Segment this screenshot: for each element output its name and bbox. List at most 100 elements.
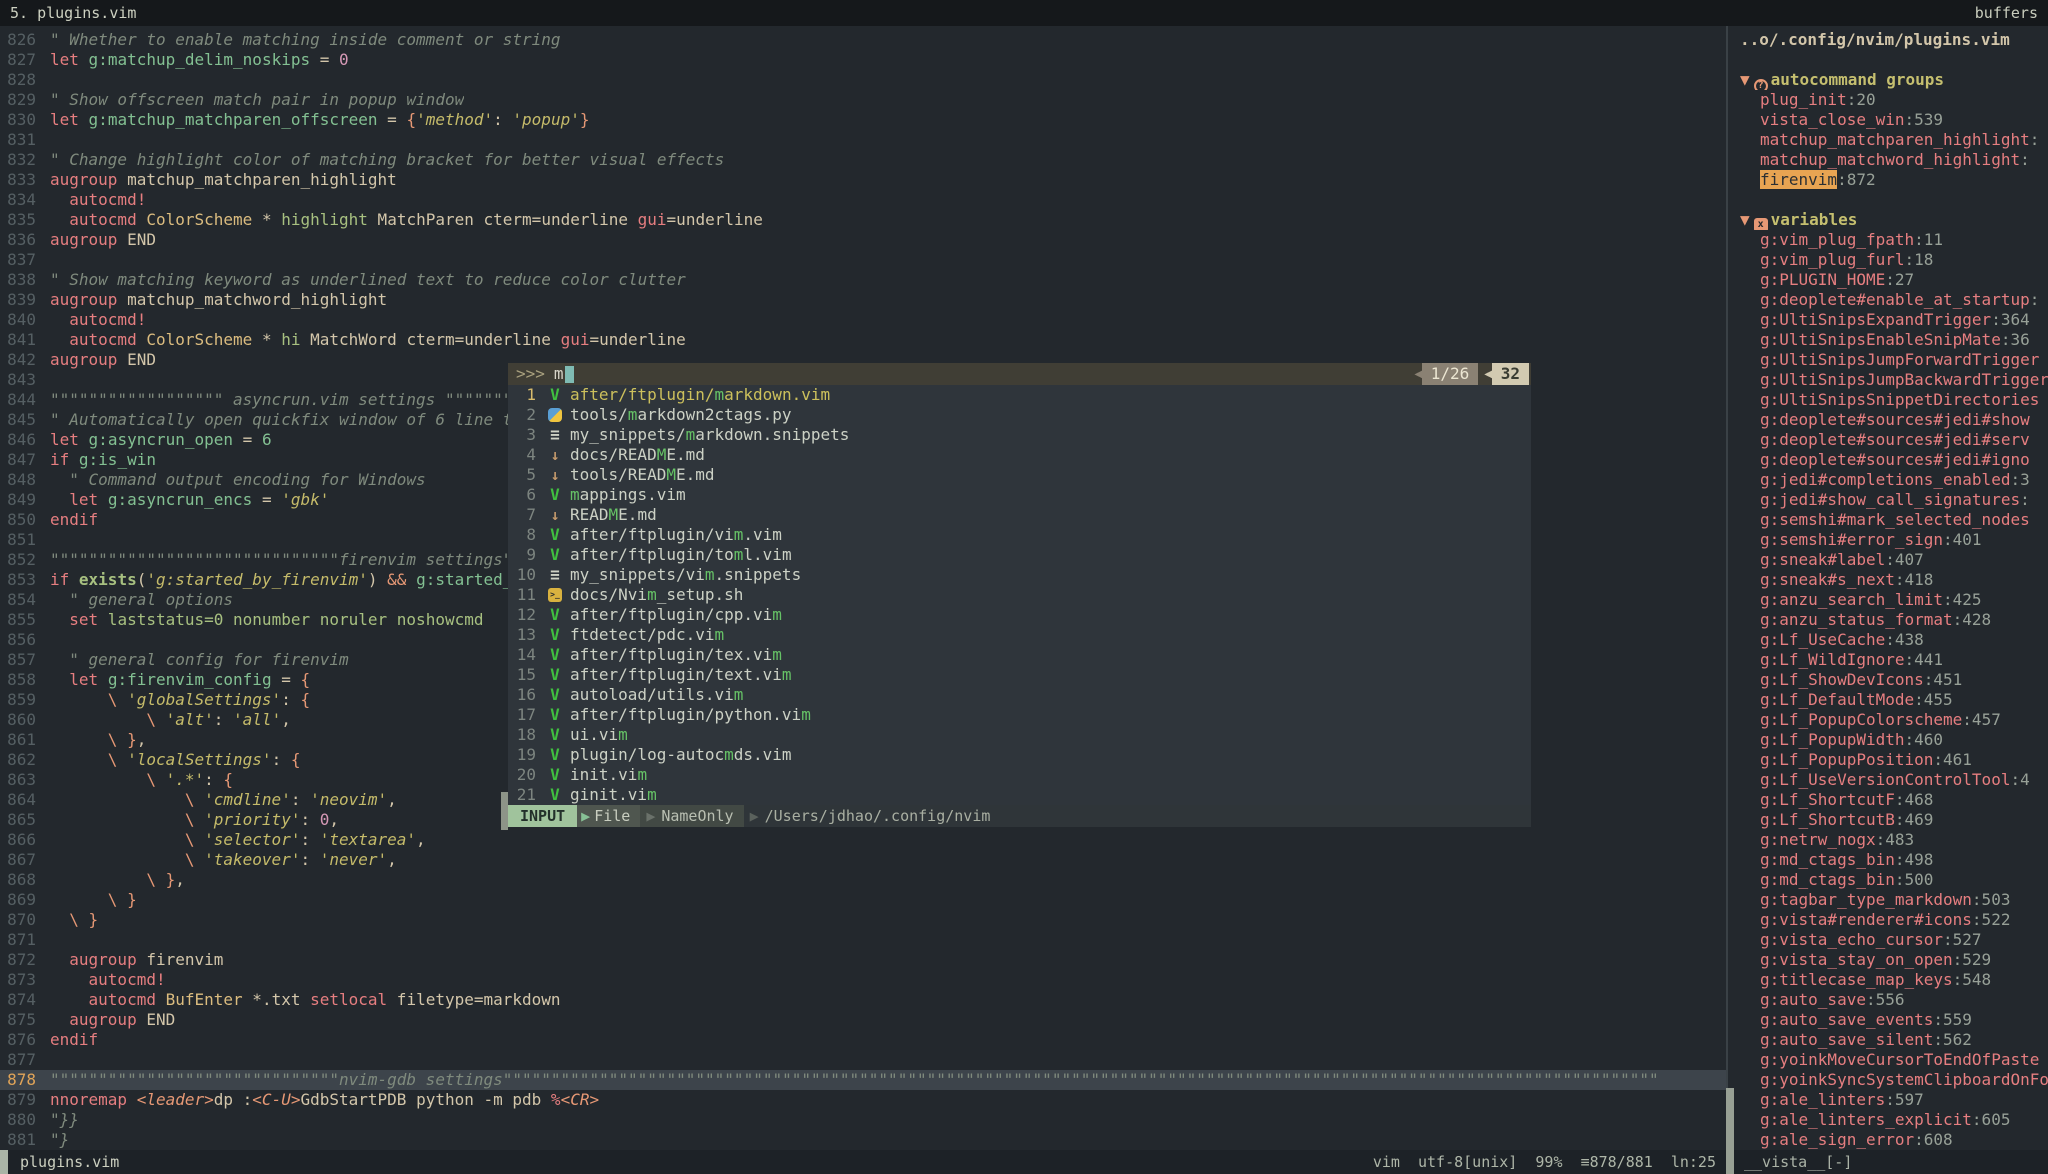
vista-tag[interactable]: g:deoplete#sources#jedi#serv (1740, 430, 2048, 450)
vista-tag[interactable]: g:md_ctags_bin:498 (1740, 850, 2048, 870)
code-line[interactable]: 838" Show matching keyword as underlined… (0, 270, 1726, 290)
file-result-row[interactable]: 5↓tools/README.md (508, 465, 1531, 485)
code-line[interactable]: 829" Show offscreen match pair in popup … (0, 90, 1726, 110)
vista-tag[interactable]: g:yoinkSyncSystemClipboardOnFocus (1740, 1070, 2048, 1090)
vista-tag[interactable]: g:tagbar_type_markdown:503 (1740, 890, 2048, 910)
vista-tag[interactable]: g:anzu_status_format:428 (1740, 610, 2048, 630)
code-line[interactable]: 872 augroup firenvim (0, 950, 1726, 970)
vista-tag[interactable]: g:ale_sign_error:608 (1740, 1130, 2048, 1150)
file-result-row[interactable]: 16Vautoload/utils.vim (508, 685, 1531, 705)
vista-tag[interactable]: g:jedi#show_call_signatures: (1740, 490, 2048, 510)
vista-group-variables[interactable]: ▼xvariables (1740, 210, 2048, 230)
file-result-row[interactable]: 11>_docs/Nvim_setup.sh (508, 585, 1531, 605)
file-result-row[interactable]: 10≡my_snippets/vim.snippets (508, 565, 1531, 585)
code-line[interactable]: 834 autocmd! (0, 190, 1726, 210)
code-line[interactable]: 879nnoremap <leader>dp :<C-U>GdbStartPDB… (0, 1090, 1726, 1110)
code-line[interactable]: 881"} (0, 1130, 1726, 1150)
vista-tag[interactable]: g:vista_stay_on_open:529 (1740, 950, 2048, 970)
code-line[interactable]: 878""""""""""""""""""""""""""""""nvim-gd… (0, 1070, 1726, 1090)
vista-tag[interactable]: matchup_matchword_highlight: (1740, 150, 2048, 170)
vista-tag[interactable]: g:ale_linters_explicit:605 (1740, 1110, 2048, 1130)
vista-tag[interactable]: firenvim:872 (1740, 170, 2048, 190)
file-result-row[interactable]: 8Vafter/ftplugin/vim.vim (508, 525, 1531, 545)
leaderf-prompt[interactable]: >>> m ◀ 1/26 ◀ 32 (508, 363, 1531, 385)
vista-tag[interactable]: g:PLUGIN_HOME:27 (1740, 270, 2048, 290)
vista-tag[interactable]: g:vista_echo_cursor:527 (1740, 930, 2048, 950)
vista-tag[interactable]: g:netrw_nogx:483 (1740, 830, 2048, 850)
vista-tag[interactable]: plug_init:20 (1740, 90, 2048, 110)
file-result-list[interactable]: 1Vafter/ftplugin/markdown.vim2tools/mark… (508, 385, 1531, 805)
leaderf-popup[interactable]: >>> m ◀ 1/26 ◀ 32 1Vafter/ftplugin/markd… (508, 363, 1531, 827)
vista-sidebar[interactable]: ..o/.config/nvim/plugins.vim▼?autocomman… (1726, 26, 2048, 1150)
vista-tag[interactable]: g:Lf_WildIgnore:441 (1740, 650, 2048, 670)
vista-tag[interactable]: g:vim_plug_furl:18 (1740, 250, 2048, 270)
code-line[interactable]: 876endif (0, 1030, 1726, 1050)
vista-tag[interactable]: g:yoinkMoveCursorToEndOfPaste (1740, 1050, 2048, 1070)
vista-tag[interactable]: g:Lf_UseCache:438 (1740, 630, 2048, 650)
vista-tag[interactable]: g:sneak#s_next:418 (1740, 570, 2048, 590)
vista-tag[interactable]: g:titlecase_map_keys:548 (1740, 970, 2048, 990)
vista-tag[interactable]: vista_close_win:539 (1740, 110, 2048, 130)
code-line[interactable]: 830let g:matchup_matchparen_offscreen = … (0, 110, 1726, 130)
code-line[interactable]: 868 \ }, (0, 870, 1726, 890)
code-line[interactable]: 832" Change highlight color of matching … (0, 150, 1726, 170)
vista-tag[interactable]: g:deoplete#sources#jedi#show (1740, 410, 2048, 430)
vista-tag[interactable]: g:deoplete#enable_at_startup: (1740, 290, 2048, 310)
file-result-row[interactable]: 14Vafter/ftplugin/tex.vim (508, 645, 1531, 665)
code-line[interactable]: 831 (0, 130, 1726, 150)
fold-arrow-icon[interactable]: ▼ (1740, 210, 1750, 229)
search-query[interactable]: m (554, 363, 564, 385)
file-result-row[interactable]: 2tools/markdown2ctags.py (508, 405, 1531, 425)
file-result-row[interactable]: 12Vafter/ftplugin/cpp.vim (508, 605, 1531, 625)
code-line[interactable]: 869 \ } (0, 890, 1726, 910)
vista-tag[interactable]: g:Lf_PopupColorscheme:457 (1740, 710, 2048, 730)
vista-tag[interactable]: g:auto_save_events:559 (1740, 1010, 2048, 1030)
vista-group-autocommand-groups[interactable]: ▼?autocommand groups (1740, 70, 2048, 90)
vista-tag[interactable]: g:ale_linters:597 (1740, 1090, 2048, 1110)
code-line[interactable]: 870 \ } (0, 910, 1726, 930)
vista-tag[interactable]: g:auto_save:556 (1740, 990, 2048, 1010)
vista-tag[interactable]: g:UltiSnipsSnippetDirectories (1740, 390, 2048, 410)
code-line[interactable]: 871 (0, 930, 1726, 950)
code-line[interactable]: 840 autocmd! (0, 310, 1726, 330)
vista-tag[interactable]: g:Lf_UseVersionControlTool:4 (1740, 770, 2048, 790)
code-line[interactable]: 828 (0, 70, 1726, 90)
vista-tag[interactable]: g:UltiSnipsJumpForwardTrigger (1740, 350, 2048, 370)
file-result-row[interactable]: 18Vui.vim (508, 725, 1531, 745)
vista-tag[interactable]: g:Lf_ShowDevIcons:451 (1740, 670, 2048, 690)
code-line[interactable]: 873 autocmd! (0, 970, 1726, 990)
sidebar-scrollbar-thumb[interactable] (1726, 1088, 1734, 1174)
code-line[interactable]: 833augroup matchup_matchparen_highlight (0, 170, 1726, 190)
vista-tag[interactable]: g:UltiSnipsEnableSnipMate:36 (1740, 330, 2048, 350)
file-result-row[interactable]: 4↓docs/README.md (508, 445, 1531, 465)
tab-active-plugins-vim[interactable]: 5. plugins.vim (0, 4, 136, 22)
popup-scrollbar-thumb[interactable] (501, 792, 508, 830)
file-result-row[interactable]: 15Vafter/ftplugin/text.vim (508, 665, 1531, 685)
code-line[interactable]: 836augroup END (0, 230, 1726, 250)
vista-tag[interactable]: g:semshi#mark_selected_nodes (1740, 510, 2048, 530)
code-line[interactable]: 839augroup matchup_matchword_highlight (0, 290, 1726, 310)
file-result-row[interactable]: 7↓README.md (508, 505, 1531, 525)
vista-tag[interactable]: g:vista#renderer#icons:522 (1740, 910, 2048, 930)
vista-tag[interactable]: g:UltiSnipsJumpBackwardTrigger (1740, 370, 2048, 390)
code-line[interactable]: 874 autocmd BufEnter *.txt setlocal file… (0, 990, 1726, 1010)
code-line[interactable]: 880"}} (0, 1110, 1726, 1130)
file-result-row[interactable]: 17Vafter/ftplugin/python.vim (508, 705, 1531, 725)
vista-tag[interactable]: g:auto_save_silent:562 (1740, 1030, 2048, 1050)
vista-tag[interactable]: g:Lf_DefaultMode:455 (1740, 690, 2048, 710)
vista-tag[interactable]: g:Lf_ShortcutB:469 (1740, 810, 2048, 830)
vista-tag[interactable]: g:Lf_PopupPosition:461 (1740, 750, 2048, 770)
file-result-row[interactable]: 6Vmappings.vim (508, 485, 1531, 505)
fold-arrow-icon[interactable]: ▼ (1740, 70, 1750, 89)
vista-tag[interactable]: g:md_ctags_bin:500 (1740, 870, 2048, 890)
file-result-row[interactable]: 19Vplugin/log-autocmds.vim (508, 745, 1531, 765)
vista-tag[interactable]: matchup_matchparen_highlight: (1740, 130, 2048, 150)
vista-tag[interactable]: g:deoplete#sources#jedi#igno (1740, 450, 2048, 470)
vista-tag[interactable]: g:sneak#label:407 (1740, 550, 2048, 570)
code-line[interactable]: 841 autocmd ColorScheme * hi MatchWord c… (0, 330, 1726, 350)
file-result-row[interactable]: 1Vafter/ftplugin/markdown.vim (508, 385, 1531, 405)
code-line[interactable]: 837 (0, 250, 1726, 270)
vista-tag[interactable]: g:jedi#completions_enabled:3 (1740, 470, 2048, 490)
file-result-row[interactable]: 20Vinit.vim (508, 765, 1531, 785)
vista-tag[interactable]: g:Lf_PopupWidth:460 (1740, 730, 2048, 750)
